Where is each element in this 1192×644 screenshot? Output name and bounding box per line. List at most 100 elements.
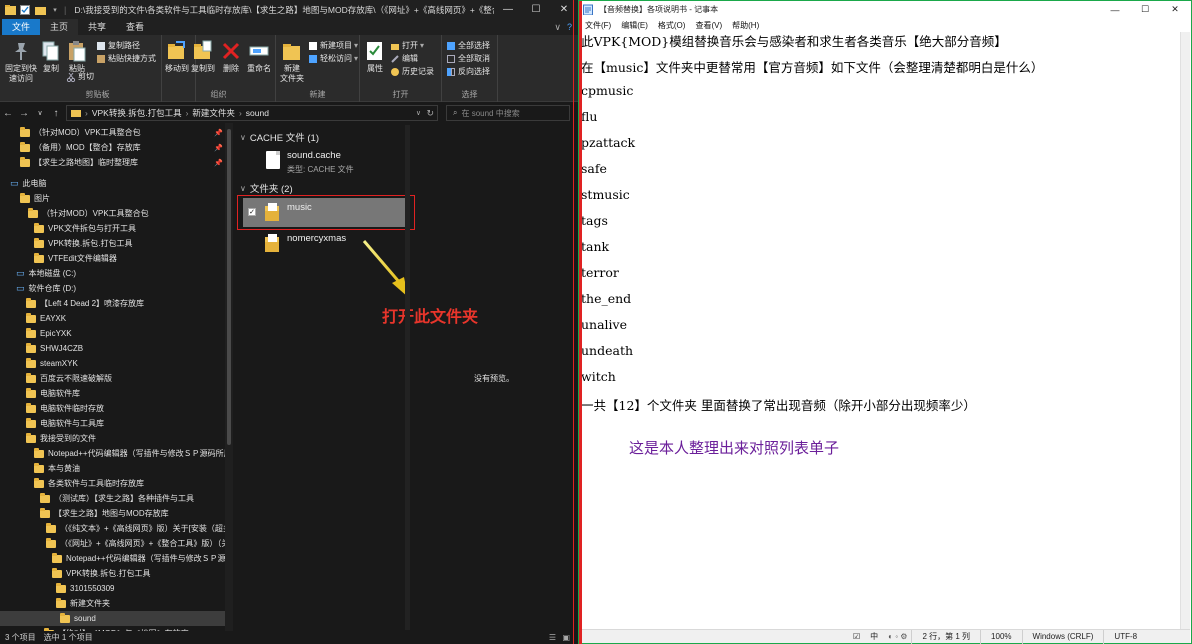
- copy-to-button[interactable]: 复制到: [190, 40, 216, 74]
- nav-item[interactable]: 【Left 4 Dead 2】喷漆存放库: [26, 296, 144, 311]
- refresh-icon[interactable]: ↻: [426, 108, 434, 119]
- nav-item[interactable]: ▭ 此电脑: [10, 176, 47, 191]
- invert-selection-button[interactable]: 反向选择: [446, 66, 490, 77]
- ime-tools-icon[interactable]: ◐ ◦ ⚙: [884, 632, 911, 641]
- rename-button[interactable]: 重命名: [246, 40, 272, 74]
- content-scrollbar[interactable]: [405, 125, 410, 630]
- collapse-chevron-icon[interactable]: ∨: [240, 133, 246, 142]
- folder-name[interactable]: nomercyxmas: [287, 233, 346, 244]
- properties-button[interactable]: 属性: [363, 40, 387, 74]
- nav-item[interactable]: （针对MOD）VPK工具整合包 📌: [20, 125, 223, 140]
- nav-item[interactable]: 我接受到的文件: [26, 431, 96, 446]
- nav-item[interactable]: （测试库）【求生之路】各种插件与工具: [40, 491, 194, 506]
- menu-format[interactable]: 格式(O): [658, 20, 686, 31]
- history-button[interactable]: 历史记录: [390, 66, 434, 77]
- ime-mode[interactable]: 中: [864, 631, 884, 642]
- select-none-button[interactable]: 全部取消: [446, 53, 490, 64]
- address-bar[interactable]: › VPK转换.拆包.打包工具 › 新建文件夹 › sound ∨ ↻: [66, 105, 438, 121]
- ime-check-icon[interactable]: ☑: [849, 632, 864, 641]
- nav-item[interactable]: （《纯文本》+《高线网页》版）关于[安装（超多: [46, 521, 231, 536]
- nav-item[interactable]: VPK转换.拆包.打包工具: [34, 236, 132, 251]
- edit-button[interactable]: 编辑: [390, 53, 418, 64]
- breadcrumb-item[interactable]: VPK转换.拆包.打包工具: [92, 107, 182, 119]
- collapse-chevron-icon[interactable]: ∨: [240, 184, 246, 193]
- pin-to-quick-access-button[interactable]: 固定到快 速访问: [4, 40, 38, 84]
- address-dropdown-icon[interactable]: ∨: [416, 109, 421, 117]
- paste-shortcut-button[interactable]: 粘贴快捷方式: [96, 53, 156, 64]
- cut-button[interactable]: 剪切: [66, 71, 94, 82]
- folder-name[interactable]: music: [287, 202, 312, 213]
- copy-path-button[interactable]: 复制路径: [96, 40, 140, 51]
- nav-item[interactable]: 图片: [20, 191, 50, 206]
- search-input[interactable]: ⌕ 在 sound 中搜索: [446, 105, 570, 121]
- tab-home[interactable]: 主页: [40, 19, 79, 35]
- easy-access-button[interactable]: 轻松访问 ▾: [308, 53, 358, 64]
- breadcrumb-item[interactable]: sound: [246, 108, 269, 118]
- nav-item[interactable]: 新建文件夹: [56, 596, 110, 611]
- minimize-button[interactable]: —: [1100, 1, 1130, 18]
- new-folder-quick-icon[interactable]: [34, 4, 46, 16]
- nav-item[interactable]: sound: [0, 611, 225, 626]
- nav-item[interactable]: VTFEdit文件编辑器: [34, 251, 117, 266]
- group-header-cache[interactable]: ∨ CACHE 文件 (1): [240, 130, 319, 145]
- nav-item[interactable]: 电脑软件临时存放: [26, 401, 104, 416]
- ribbon-collapse-icon[interactable]: ∨: [554, 22, 561, 33]
- minimize-button[interactable]: —: [494, 0, 522, 19]
- navigation-scrollbar[interactable]: [225, 123, 233, 631]
- menu-view[interactable]: 查看(V): [695, 20, 722, 31]
- nav-item[interactable]: （《网址》+《高线网页》+《整合工具》版）（关: [46, 536, 229, 551]
- nav-item[interactable]: 百度云不限速破解版: [26, 371, 112, 386]
- up-arrow-icon[interactable]: ↑: [48, 108, 64, 119]
- nav-item[interactable]: 【求生之路】地图与MOD存放库: [40, 506, 169, 521]
- delete-button[interactable]: 删除: [220, 40, 242, 74]
- nav-item[interactable]: （备用）MOD【整合】存放库 📌: [20, 140, 223, 155]
- new-folder-button[interactable]: 新建 文件夹: [278, 40, 306, 84]
- nav-item[interactable]: VPK转换.拆包.打包工具: [52, 566, 150, 581]
- nav-item[interactable]: ▭ 软件仓库 (D:): [16, 281, 76, 296]
- back-arrow-icon[interactable]: ←: [0, 108, 16, 119]
- maximize-button[interactable]: ☐: [1130, 1, 1160, 18]
- nav-item[interactable]: Notepad++代码编辑器（写插件与修改ＳＰ源码所用）: [34, 446, 233, 461]
- nav-item[interactable]: 电脑软件与工具库: [26, 416, 104, 431]
- file-name[interactable]: sound.cache: [287, 150, 341, 161]
- move-to-button[interactable]: 移动到: [164, 40, 190, 74]
- nav-item[interactable]: （针对MOD）VPK工具整合包: [28, 206, 149, 221]
- maximize-button[interactable]: ☐: [522, 0, 550, 19]
- customize-quick-access-icon[interactable]: ▾: [49, 4, 61, 16]
- tab-share[interactable]: 共享: [78, 19, 116, 35]
- nav-item[interactable]: Notepad++代码编辑器（写插件与修改ＳＰ源码: [52, 551, 233, 566]
- open-button[interactable]: 打开 ▾: [390, 40, 424, 51]
- scrollbar-thumb[interactable]: [227, 129, 231, 445]
- recent-locations-icon[interactable]: ∨: [32, 109, 48, 117]
- details-view-icon[interactable]: ☰: [549, 633, 556, 642]
- paste-button[interactable]: 粘贴: [66, 40, 88, 74]
- nav-item[interactable]: 3101550309: [56, 581, 115, 596]
- menu-file[interactable]: 文件(F): [585, 20, 611, 31]
- select-all-button[interactable]: 全部选择: [446, 40, 490, 51]
- nav-item[interactable]: 电脑软件库: [26, 386, 80, 401]
- nav-item[interactable]: 【求生之路地图】临时整理库 📌: [20, 155, 223, 170]
- properties-quick-icon[interactable]: [19, 4, 31, 16]
- nav-item[interactable]: EAYXK: [26, 311, 66, 326]
- nav-item[interactable]: SHWJ4CZB: [26, 341, 83, 356]
- tab-file[interactable]: 文件: [2, 19, 41, 35]
- nav-item[interactable]: EpicYXK: [26, 326, 72, 341]
- menu-help[interactable]: 帮助(H): [732, 20, 759, 31]
- nav-item[interactable]: ▭ 本地磁盘 (C:): [16, 266, 76, 281]
- nav-item[interactable]: 各类软件与工具临时存放库: [34, 476, 144, 491]
- large-icons-view-icon[interactable]: ▣: [562, 633, 570, 642]
- group-header-folders[interactable]: ∨ 文件夹 (2): [240, 181, 293, 196]
- tab-view[interactable]: 查看: [116, 19, 154, 35]
- new-item-button[interactable]: 新建项目 ▾: [308, 40, 358, 51]
- copy-button[interactable]: 复制: [40, 40, 62, 74]
- nav-item[interactable]: 本与黄油: [34, 461, 80, 476]
- nav-item[interactable]: VPK文件拆包与打开工具: [34, 221, 136, 236]
- forward-arrow-icon[interactable]: →: [16, 108, 32, 119]
- menu-edit[interactable]: 编辑(E): [621, 20, 648, 31]
- breadcrumb-item[interactable]: 新建文件夹: [192, 107, 235, 119]
- checkbox-icon[interactable]: ✓: [248, 208, 256, 216]
- close-button[interactable]: ✕: [1160, 1, 1190, 18]
- nav-item[interactable]: steamXYK: [26, 356, 78, 371]
- help-icon[interactable]: ?: [567, 22, 572, 33]
- notepad-scrollbar[interactable]: [1180, 32, 1190, 629]
